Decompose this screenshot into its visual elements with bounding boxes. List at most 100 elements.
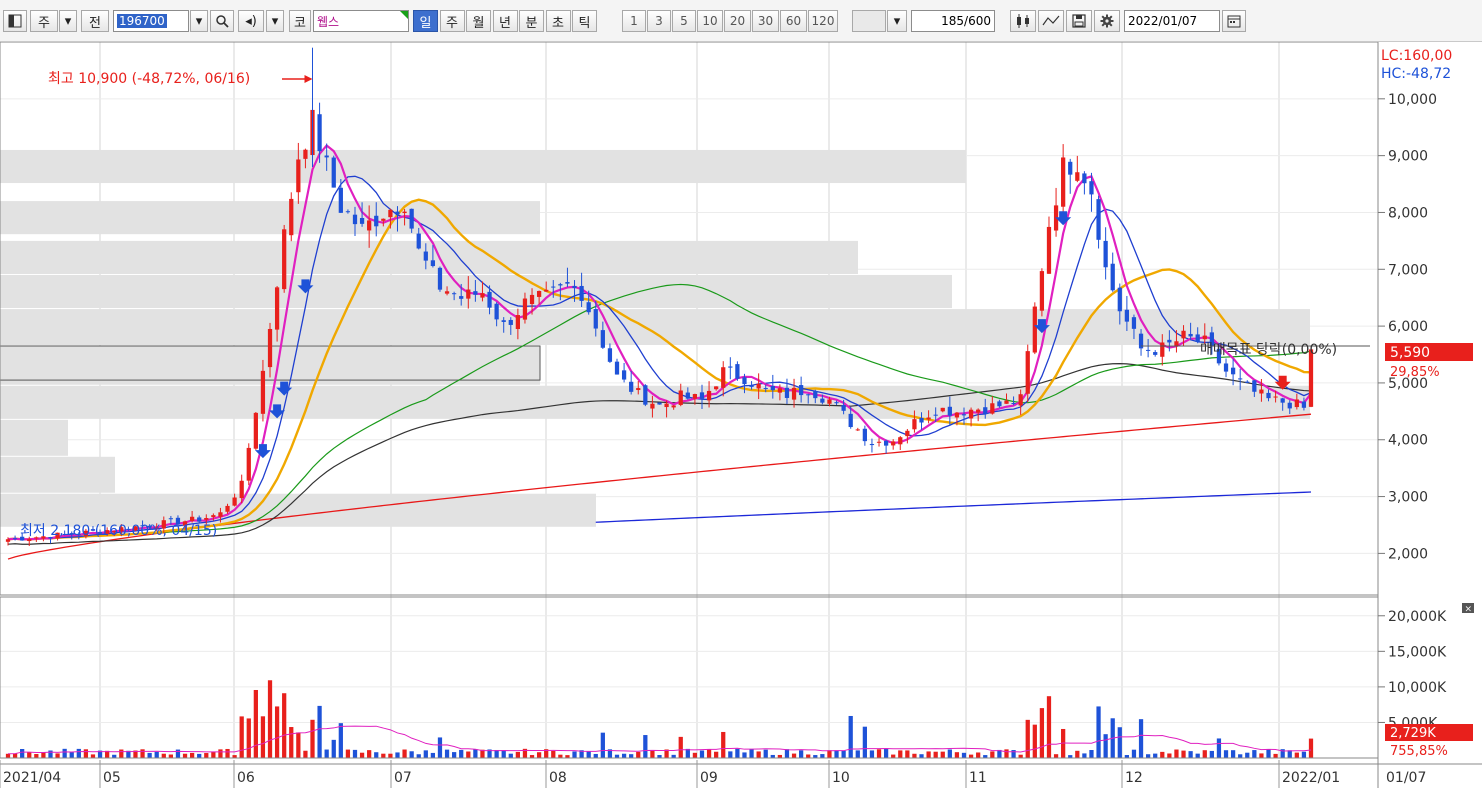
candle-body (706, 390, 712, 401)
volume-bar (218, 749, 223, 758)
volume-bar (841, 750, 846, 758)
volume-bar (834, 750, 839, 758)
volume-bar (409, 751, 414, 758)
candle-body (416, 233, 421, 249)
candle-body (848, 413, 853, 428)
candle-body (430, 260, 436, 267)
interval-button-1[interactable]: 1 (622, 10, 646, 32)
volume-bar (501, 750, 506, 758)
period-button-3[interactable]: 년 (492, 10, 518, 32)
volume-bar (444, 749, 450, 758)
volume-bar (55, 753, 60, 758)
candle-body (940, 407, 945, 412)
volume-bar (267, 680, 273, 758)
gear-icon[interactable] (1094, 10, 1120, 32)
volume-bar (416, 754, 421, 758)
x-tick-label: 05 (103, 770, 121, 786)
volume-bar (402, 749, 407, 758)
chart-canvas[interactable]: 2021/04 05 06 07 08 09 10 11 12 2022/01 10,000 9,00… (0, 41, 1482, 788)
volume-bar (905, 750, 910, 758)
save-icon[interactable] (1066, 10, 1092, 32)
volume-tick-label: 10,000K (1388, 680, 1447, 696)
volume-bar (1238, 754, 1243, 758)
price-tick-label: 2,000 (1388, 546, 1428, 562)
volume-bar (324, 749, 329, 758)
trend-icon[interactable] (1038, 10, 1064, 32)
volume-bar (756, 751, 761, 758)
candle-body (5, 539, 11, 542)
date-input[interactable]: 2022/01/07 (1124, 10, 1220, 32)
volume-bar (919, 754, 924, 758)
volume-bar (374, 752, 379, 758)
volume-bar (239, 716, 244, 758)
period-button-6[interactable]: 틱 (572, 10, 597, 32)
layout-icon[interactable] (3, 10, 27, 32)
volume-bar (282, 693, 287, 758)
interval-button-20[interactable]: 20 (724, 10, 751, 32)
interval-button-30[interactable]: 30 (752, 10, 779, 32)
stock-name-field[interactable]: 웹스 (313, 10, 409, 32)
candle-body (721, 367, 726, 388)
volume-bar (1195, 753, 1200, 758)
previous-button[interactable]: 전 (81, 10, 109, 32)
interval-button-60[interactable]: 60 (780, 10, 807, 32)
candle-body (983, 407, 988, 414)
volume-tick-label: 20,000K (1388, 609, 1447, 625)
period-button-5[interactable]: 초 (545, 10, 571, 32)
code-dropdown-icon[interactable]: ▾ (190, 10, 208, 32)
candle-body (1004, 400, 1009, 404)
candle-body (1039, 271, 1045, 311)
volume-bar (593, 753, 598, 758)
profile-band (0, 149, 966, 184)
price-tick-label: 6,000 (1388, 319, 1428, 335)
candle-body (692, 394, 698, 399)
volume-bar (1138, 719, 1144, 758)
candle-body (402, 211, 407, 214)
volume-bar (367, 750, 372, 758)
period-button-4[interactable]: 분 (519, 10, 544, 32)
candle-body (714, 386, 719, 390)
search-icon[interactable] (210, 10, 234, 32)
volume-bar (1153, 753, 1158, 758)
market-stock-button[interactable]: 주 (30, 10, 58, 32)
calendar-icon[interactable] (1222, 10, 1246, 32)
period-button-1[interactable]: 주 (439, 10, 465, 32)
candle-body (933, 414, 938, 416)
candle-body (324, 155, 329, 158)
interval-button-5[interactable]: 5 (672, 10, 696, 32)
candle-body (487, 291, 492, 308)
candle-body (593, 309, 598, 329)
candle-body (1167, 339, 1172, 343)
candle-body (1075, 172, 1080, 181)
market-code-label: 코 (289, 10, 311, 32)
market-dropdown-icon[interactable]: ▾ (59, 10, 77, 32)
count-value: 185 (941, 14, 965, 28)
period-button-0[interactable]: 일 (413, 10, 438, 32)
volume-bar (855, 750, 860, 758)
period-button-2[interactable]: 월 (466, 10, 491, 32)
candle-body (1025, 351, 1030, 394)
x-tick-label: 10 (832, 770, 850, 786)
panel-close-glyph: × (1465, 605, 1473, 615)
interval-button-3[interactable]: 3 (647, 10, 671, 32)
volume-bar (1188, 751, 1193, 758)
interval-input[interactable] (852, 10, 886, 32)
count-field[interactable]: 185 /600 (911, 10, 995, 32)
speaker-dropdown-icon[interactable]: ▾ (266, 10, 284, 32)
candle-body (869, 443, 875, 446)
candle-body (820, 398, 825, 403)
volume-bar (763, 749, 768, 758)
candle-body (1202, 335, 1207, 340)
volume-bar (1082, 753, 1087, 758)
stock-code-input[interactable]: 196700 (113, 10, 189, 32)
speaker-icon[interactable]: ◂) (238, 10, 264, 32)
candle-body (876, 441, 882, 443)
candle-icon[interactable] (1010, 10, 1036, 32)
volume-change: 755,85% (1390, 744, 1448, 759)
interval-button-120[interactable]: 120 (808, 10, 838, 32)
interval-dropdown-icon[interactable]: ▾ (887, 10, 907, 32)
volume-bar (1259, 753, 1264, 758)
interval-button-10[interactable]: 10 (697, 10, 723, 32)
volume-bar (189, 752, 195, 758)
chart-area[interactable]: 2021/04 05 06 07 08 09 10 11 12 2022/01 10,000 9,00… (0, 41, 1482, 788)
